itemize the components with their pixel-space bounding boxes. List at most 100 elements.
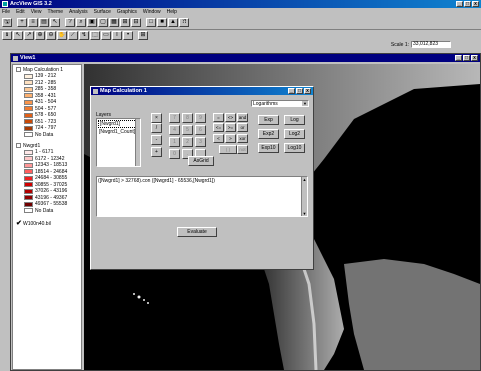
expression-textarea[interactable]: ([Nwgrd1] > 32768).con ([Nwgrd1] - 65536… bbox=[96, 176, 308, 217]
logic-operator-button[interactable]: xor bbox=[237, 134, 248, 143]
digit-button[interactable]: 6 bbox=[195, 125, 206, 135]
menu-view[interactable]: View bbox=[31, 9, 42, 15]
digit-button[interactable]: 7 bbox=[169, 113, 180, 123]
area-select-icon[interactable]: ⬚ bbox=[90, 30, 100, 40]
app-title: ArcView GIS 3.2 bbox=[10, 1, 52, 7]
function-type-dropdown[interactable]: Logarithms ▼ bbox=[251, 100, 309, 107]
help-icon[interactable]: ⁈ bbox=[179, 18, 189, 27]
view-close-button[interactable]: x bbox=[471, 55, 478, 61]
zoom-selected-icon[interactable]: ▦ bbox=[109, 18, 119, 27]
theme-w100n40[interactable]: ✔W100n40.bil bbox=[16, 219, 51, 227]
digit-button[interactable]: 9 bbox=[195, 113, 206, 123]
layers-scrollbar[interactable] bbox=[135, 119, 140, 166]
view-maximize-button[interactable]: □ bbox=[463, 55, 470, 61]
layer-item[interactable]: [Nwgrd1_Count] bbox=[98, 129, 139, 135]
function-button-exp[interactable]: Exp bbox=[258, 115, 279, 125]
draw-icon[interactable]: • bbox=[123, 30, 133, 40]
legend-label: 724 - 797 bbox=[35, 125, 57, 132]
zoom-in-icon[interactable]: ⊞ bbox=[120, 18, 130, 27]
pointer-tool-icon[interactable]: ↖ bbox=[13, 30, 23, 40]
logic-operator-button[interactable]: = bbox=[213, 113, 224, 122]
dialog-maximize-button[interactable]: □ bbox=[296, 88, 303, 94]
dialog-close-button[interactable]: x bbox=[304, 88, 311, 94]
layer-item[interactable]: [Nwgrd1] bbox=[98, 120, 139, 128]
view-minimize-button[interactable]: _ bbox=[455, 55, 462, 61]
identify-icon[interactable]: ℹ bbox=[2, 30, 12, 40]
asgrid-button[interactable]: AsGrid bbox=[188, 156, 214, 166]
text-icon[interactable]: T bbox=[112, 30, 122, 40]
digit-button[interactable]: 8 bbox=[182, 113, 193, 123]
menu-analysis[interactable]: Analysis bbox=[69, 9, 88, 15]
zoom-out-tool-icon[interactable]: ⊖ bbox=[46, 30, 56, 40]
theme-properties-icon[interactable]: ≡ bbox=[28, 18, 38, 27]
function-button-exp2[interactable]: Exp2 bbox=[258, 129, 279, 139]
digit-button[interactable]: 4 bbox=[169, 125, 180, 135]
menu-help[interactable]: Help bbox=[167, 9, 177, 15]
digit-button[interactable]: 5 bbox=[182, 125, 193, 135]
function-button-exp10[interactable]: Exp10 bbox=[258, 143, 279, 153]
digit-button[interactable]: 2 bbox=[182, 137, 193, 147]
expression-scrollbar[interactable]: ▲ ▼ bbox=[301, 177, 307, 216]
menu-graphics[interactable]: Graphics bbox=[117, 9, 137, 15]
zoom-in-tool-icon[interactable]: ⊕ bbox=[35, 30, 45, 40]
logic-operator-button[interactable]: ( ) bbox=[219, 145, 237, 154]
zoom-out-icon[interactable]: ⊟ bbox=[131, 18, 141, 27]
operator-button[interactable]: × bbox=[151, 113, 162, 123]
logic-operator-button[interactable]: > bbox=[225, 134, 236, 143]
label-icon[interactable]: ▭ bbox=[101, 30, 111, 40]
scale-input[interactable]: 33,012,823 bbox=[411, 41, 451, 48]
menu-theme[interactable]: Theme bbox=[47, 9, 63, 15]
operator-button[interactable]: - bbox=[151, 135, 162, 145]
legend-label: 49367 - 55538 bbox=[35, 201, 68, 208]
logic-operator-button[interactable]: <> bbox=[225, 113, 236, 122]
edit-legend-icon[interactable]: ▤ bbox=[39, 18, 49, 27]
vertex-icon[interactable]: ↗ bbox=[24, 30, 34, 40]
legend-row: 30855 - 37025 bbox=[24, 182, 67, 189]
theme-map-calculation[interactable]: Map Calculation 1 139 - 212 212 - 285 285 … bbox=[16, 67, 63, 138]
dialog-minimize-button[interactable]: _ bbox=[288, 88, 295, 94]
select-icon[interactable]: ■ bbox=[157, 18, 167, 27]
pointer-icon[interactable]: ↖ bbox=[50, 18, 60, 27]
measure-icon[interactable]: ⟋ bbox=[68, 30, 78, 40]
function-button-log2[interactable]: Log2 bbox=[284, 129, 305, 139]
layout-icon[interactable]: ▲ bbox=[168, 18, 178, 27]
hotlink-icon[interactable]: ↯ bbox=[79, 30, 89, 40]
maximize-button[interactable]: □ bbox=[464, 1, 471, 7]
menu-file[interactable]: File bbox=[2, 9, 10, 15]
digit-button[interactable]: 3 bbox=[195, 137, 206, 147]
add-theme-icon[interactable]: + bbox=[17, 18, 27, 27]
theme-checkbox[interactable] bbox=[16, 143, 21, 149]
function-button-log10[interactable]: Log10 bbox=[284, 143, 305, 153]
operator-button[interactable]: / bbox=[151, 123, 162, 133]
menu-edit[interactable]: Edit bbox=[16, 9, 25, 15]
zoom-active-icon[interactable]: ▢ bbox=[98, 18, 108, 27]
layers-list[interactable]: [Nwgrd1] [Nwgrd1_Count] bbox=[96, 118, 141, 167]
chevron-up-icon[interactable]: ▲ bbox=[302, 177, 307, 182]
menu-surface[interactable]: Surface bbox=[94, 9, 111, 15]
evaluate-button[interactable]: Evaluate bbox=[177, 227, 217, 237]
theme-checkbox[interactable] bbox=[16, 67, 21, 73]
save-icon[interactable]: 🖫 bbox=[2, 18, 12, 27]
close-button[interactable]: x bbox=[472, 1, 479, 7]
digit-button[interactable]: 1 bbox=[169, 137, 180, 147]
clear-icon[interactable]: □ bbox=[146, 18, 156, 27]
logic-operator-button[interactable]: not bbox=[237, 145, 248, 154]
snap-icon[interactable]: ⊞ bbox=[138, 30, 148, 40]
menu-window[interactable]: Window bbox=[143, 9, 161, 15]
minimize-button[interactable]: _ bbox=[456, 1, 463, 7]
find-icon[interactable]: ⌕ bbox=[76, 18, 86, 27]
theme-nwgrd1[interactable]: Nwgrd1 1 - 6171 6172 - 12342 12343 - 18513… bbox=[16, 143, 67, 214]
theme-checkbox-checked[interactable]: ✔ bbox=[16, 219, 22, 227]
logic-operator-button[interactable]: and bbox=[237, 113, 248, 122]
pan-icon[interactable]: ✋ bbox=[57, 30, 67, 40]
logic-operator-button[interactable]: <= bbox=[213, 123, 224, 132]
logic-operator-button[interactable]: or bbox=[237, 123, 248, 132]
operator-button[interactable]: + bbox=[151, 147, 162, 157]
chevron-down-icon[interactable]: ▼ bbox=[302, 211, 307, 216]
zoom-full-icon[interactable]: ▣ bbox=[87, 18, 97, 27]
query-icon[interactable]: ? bbox=[65, 18, 75, 27]
logic-operator-button[interactable]: < bbox=[213, 134, 224, 143]
function-button-log[interactable]: Log bbox=[284, 115, 305, 125]
logic-operator-button[interactable]: >= bbox=[225, 123, 236, 132]
digit-button[interactable]: 0 bbox=[169, 149, 180, 159]
